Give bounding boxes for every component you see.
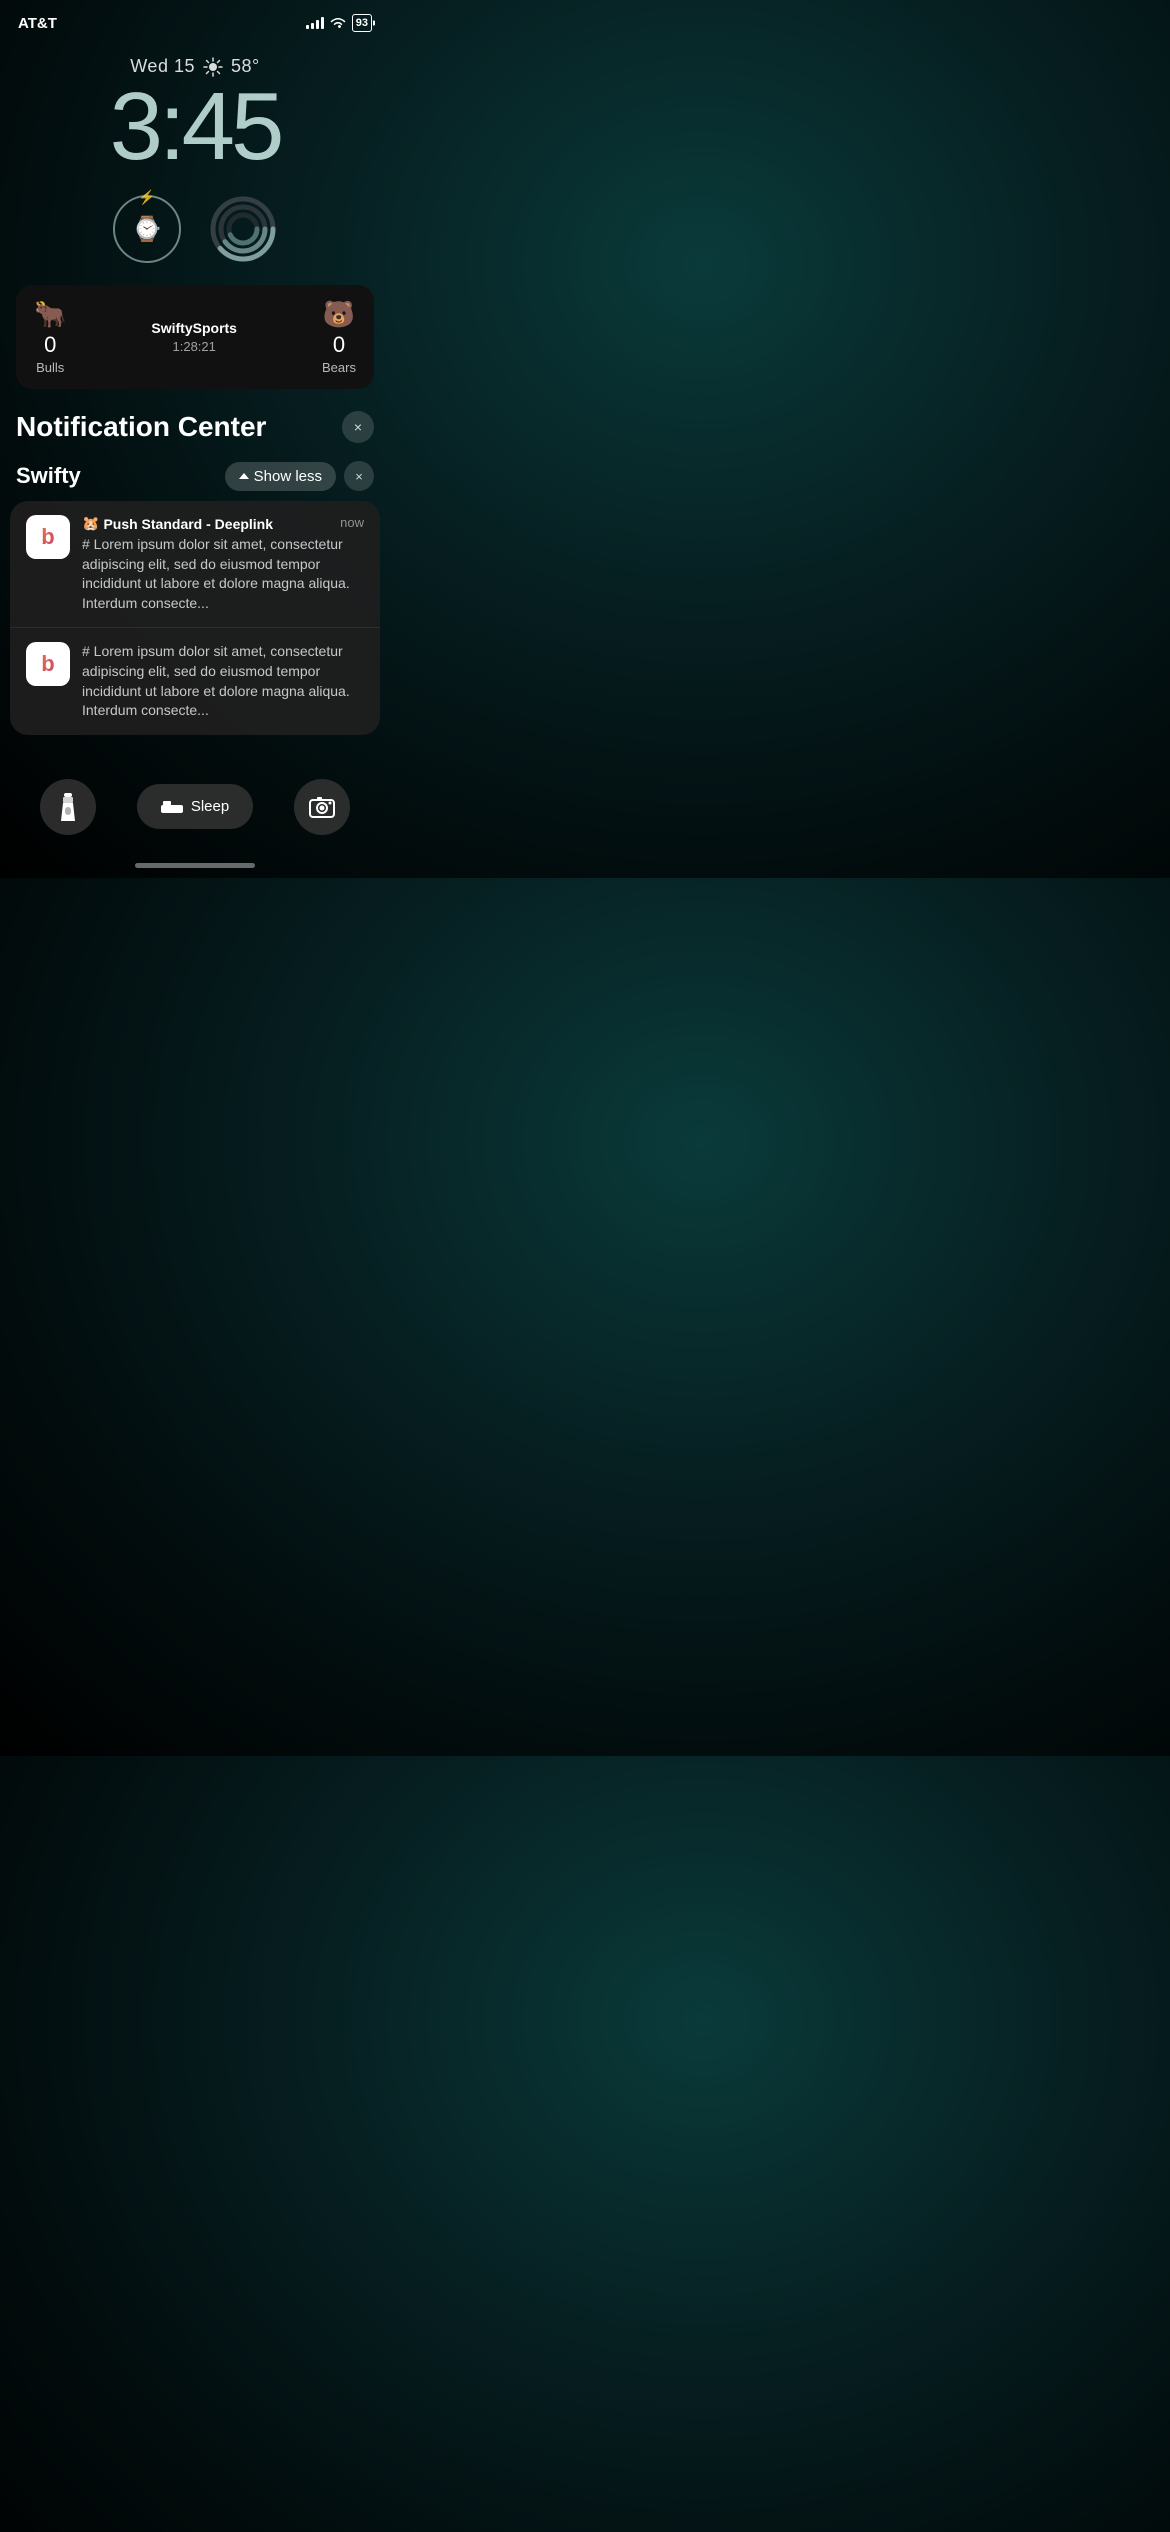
show-less-label: Show less [254, 468, 322, 485]
watch-widgets: ⌚ [0, 195, 390, 263]
notification-item-2[interactable]: b # Lorem ipsum dolor sit amet, consecte… [10, 628, 380, 734]
swifty-logo-icon-2: b [41, 651, 54, 677]
watch-icon: ⌚ [132, 215, 162, 244]
bulls-icon: 🐂 [34, 299, 66, 330]
notification-content-2: # Lorem ipsum dolor sit amet, consectetu… [82, 642, 364, 720]
home-team-score: 0 [44, 332, 56, 358]
notification-header-row-1: 🐹 Push Standard - Deeplink now [82, 515, 364, 532]
flashlight-button[interactable] [40, 779, 96, 835]
notification-item-1[interactable]: b 🐹 Push Standard - Deeplink now # Lorem… [10, 501, 380, 628]
notification-center-header: Notification Center × [16, 411, 374, 443]
chevron-up-icon [239, 473, 249, 479]
status-right-icons: 93 [306, 14, 372, 32]
notification-time-1: now [340, 515, 364, 530]
carrier-label: AT&T [18, 15, 57, 32]
home-team: 🐂 0 Bulls [34, 299, 66, 375]
notification-body-1: # Lorem ipsum dolor sit amet, consectetu… [82, 535, 364, 613]
sleep-button[interactable]: Sleep [137, 784, 253, 829]
time-display: 3:45 [0, 79, 390, 175]
show-less-button[interactable]: Show less [225, 462, 336, 491]
status-bar: AT&T 93 [0, 0, 390, 38]
signal-bars-icon [306, 17, 324, 29]
notification-emoji-1: 🐹 [82, 515, 99, 532]
score-game-time: 1:28:21 [151, 339, 237, 354]
home-team-name: Bulls [36, 360, 64, 375]
score-widget: 🐂 0 Bulls SwiftySports 1:28:21 🐻 0 Bears [16, 285, 374, 389]
sleep-label: Sleep [191, 798, 229, 815]
notification-body-2: # Lorem ipsum dolor sit amet, consectetu… [82, 642, 364, 720]
notification-app-icon-1: b [26, 515, 70, 559]
away-team-name: Bears [322, 360, 356, 375]
activity-widget [209, 195, 277, 263]
watch-widget: ⌚ [113, 195, 181, 263]
flashlight-icon [57, 793, 79, 821]
swifty-section-header: Swifty Show less × [16, 461, 374, 491]
notification-content-1: 🐹 Push Standard - Deeplink now # Lorem i… [82, 515, 364, 613]
notification-title-1: 🐹 Push Standard - Deeplink [82, 515, 273, 532]
notifications-list: b 🐹 Push Standard - Deeplink now # Lorem… [10, 501, 380, 735]
swifty-close-button[interactable]: × [344, 461, 374, 491]
swifty-controls: Show less × [225, 461, 374, 491]
notification-center-close-button[interactable]: × [342, 411, 374, 443]
wifi-icon [330, 17, 346, 29]
score-center-info: SwiftySports 1:28:21 [151, 320, 237, 354]
swifty-logo-icon: b [41, 524, 54, 550]
bears-icon: 🐻 [323, 299, 355, 330]
bottom-controls: Sleep [0, 755, 390, 855]
activity-rings-icon [209, 195, 277, 263]
notification-app-icon-2: b [26, 642, 70, 686]
notification-center-title: Notification Center [16, 411, 266, 443]
swifty-app-label: Swifty [16, 463, 81, 489]
away-team: 🐻 0 Bears [322, 299, 356, 375]
home-indicator [135, 863, 255, 868]
sleep-icon [161, 799, 183, 815]
battery-indicator: 93 [352, 14, 372, 32]
camera-icon [309, 796, 335, 818]
away-team-score: 0 [333, 332, 345, 358]
camera-button[interactable] [294, 779, 350, 835]
score-app-name: SwiftySports [151, 320, 237, 336]
